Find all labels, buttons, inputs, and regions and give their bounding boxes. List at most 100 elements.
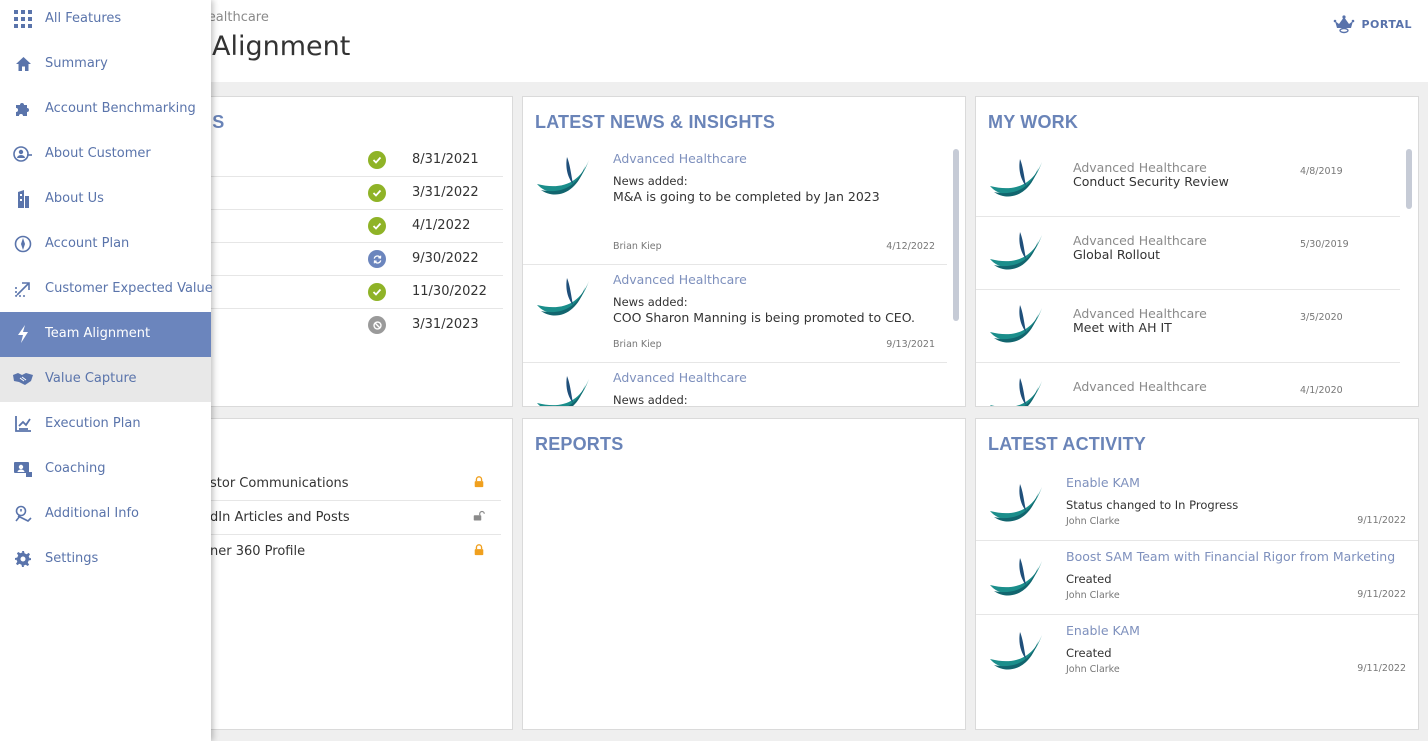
sidebar-item-settings[interactable]: Settings — [0, 537, 211, 582]
sidebar-item-team-alignment[interactable]: Team Alignment — [0, 312, 211, 357]
page-header: Healthcare Alignment PORTAL — [0, 0, 1428, 82]
sidebar-item-execution-plan[interactable]: Execution Plan — [0, 402, 211, 447]
news-item[interactable]: Advanced Healthcare News added: M&A is g… — [523, 144, 947, 265]
meeting-row[interactable]: 9/30/2022 — [171, 243, 503, 276]
sidebar-item-label: Team Alignment — [45, 326, 151, 341]
meeting-row[interactable]: 2 3/31/2022 — [171, 177, 503, 210]
sidebar-item-about-us[interactable]: About Us — [0, 177, 211, 222]
sidebar-item-label: About Customer — [45, 146, 151, 161]
puzzle-icon — [13, 99, 33, 119]
crown-icon — [1334, 15, 1355, 34]
portal-label: PORTAL — [1361, 17, 1412, 31]
sidebar-item-account-benchmarking[interactable]: Account Benchmarking — [0, 87, 211, 132]
sidebar-item-value-capture[interactable]: Value Capture — [0, 357, 211, 402]
resource-row[interactable]: dIn Articles and Posts — [171, 501, 501, 535]
work-title: Conduct Security Review — [1073, 174, 1229, 189]
activity-title-link[interactable]: Boost SAM Team with Financial Rigor from… — [1066, 549, 1395, 564]
work-item[interactable]: Advanced Healthcare Meet with AH IT 3/5/… — [976, 290, 1400, 363]
resource-row[interactable]: ner 360 Profile — [171, 535, 501, 569]
activity-status: Created — [1066, 646, 1112, 660]
activity-item[interactable]: Boost SAM Team with Financial Rigor from… — [976, 541, 1418, 615]
activity-title-link[interactable]: Enable KAM — [1066, 475, 1140, 490]
refresh-icon — [368, 250, 386, 268]
news-list: Advanced Healthcare News added: M&A is g… — [523, 144, 953, 407]
company-logo-icon — [537, 376, 589, 406]
company-logo-icon — [990, 159, 1042, 197]
activity-author: John Clarke — [1066, 590, 1120, 601]
news-company[interactable]: Advanced Healthcare — [613, 370, 747, 385]
meeting-row[interactable]: . 8/31/2021 — [171, 144, 503, 177]
resources-card: stor Communications dIn Articles and Pos… — [170, 418, 513, 730]
news-company[interactable]: Advanced Healthcare — [613, 151, 747, 166]
sidebar-item-label: Settings — [45, 551, 99, 566]
work-company: Advanced Healthcare — [1073, 306, 1207, 321]
lightning-icon — [13, 324, 33, 344]
resource-label: ner 360 Profile — [210, 544, 306, 559]
work-company: Advanced Healthcare — [1073, 233, 1207, 248]
activity-card: LATEST ACTIVITY Enable KAM Status change… — [975, 418, 1419, 730]
sidebar-item-label: Account Benchmarking — [45, 101, 196, 116]
company-logo-icon — [537, 157, 589, 195]
work-date: 4/1/2020 — [1300, 385, 1343, 396]
company-logo-icon — [990, 232, 1042, 270]
company-logo-icon — [990, 632, 1042, 670]
news-author: Brian Kiep — [613, 339, 662, 350]
sidebar-item-customer-expected-value[interactable]: Customer Expected Value — [0, 267, 213, 312]
news-text: COO Sharon Manning is being promoted to … — [613, 310, 916, 325]
sidebar-item-all-features[interactable]: All Features — [0, 0, 211, 42]
news-company[interactable]: Advanced Healthcare — [613, 272, 747, 287]
activity-date: 9/11/2022 — [1357, 663, 1406, 674]
work-title: Global Rollout — [1073, 247, 1161, 262]
news-text: M&A is going to be completed by Jan 2023 — [613, 189, 880, 204]
sidebar-item-label: Customer Expected Value — [45, 281, 213, 296]
news-date: 4/12/2022 — [886, 241, 935, 252]
news-scrollbar[interactable] — [953, 149, 959, 321]
sidebar-item-additional-info[interactable]: Additional Info — [0, 492, 211, 537]
meeting-row[interactable]: 11/30/2022 — [171, 276, 503, 309]
meeting-date: 3/31/2022 — [412, 185, 479, 200]
sidebar-item-account-plan[interactable]: Account Plan — [0, 222, 211, 267]
unlock-icon — [473, 510, 485, 521]
activity-item[interactable]: Enable KAM Status changed to In Progress… — [976, 467, 1418, 541]
meeting-date: 4/1/2022 — [412, 218, 471, 233]
sidebar-item-label: Additional Info — [45, 506, 139, 521]
meeting-date: 11/30/2022 — [412, 284, 487, 299]
customer-icon — [13, 144, 33, 164]
work-item[interactable]: Advanced Healthcare 4/1/2020 — [976, 363, 1400, 406]
work-item[interactable]: Advanced Healthcare Conduct Security Rev… — [976, 144, 1400, 217]
work-company: Advanced Healthcare — [1073, 379, 1207, 394]
company-logo-icon — [537, 278, 589, 316]
sidebar-item-about-customer[interactable]: About Customer — [0, 132, 211, 177]
activity-title: LATEST ACTIVITY — [988, 434, 1146, 454]
resource-label: dIn Articles and Posts — [210, 510, 350, 525]
sidebar-item-coaching[interactable]: Coaching — [0, 447, 211, 492]
activity-item[interactable]: Enable KAM Created John Clarke 9/11/2022 — [976, 615, 1418, 689]
lock-icon — [474, 476, 484, 488]
building-icon — [13, 189, 33, 209]
my-work-scrollbar[interactable] — [1406, 149, 1412, 209]
grid-icon — [13, 9, 33, 29]
meeting-row[interactable]: 3/31/2023 — [171, 309, 503, 342]
sidebar-item-summary[interactable]: Summary — [0, 42, 211, 87]
page-title: Alignment — [212, 31, 351, 62]
activity-list: Enable KAM Status changed to In Progress… — [976, 467, 1418, 697]
company-logo-icon — [990, 558, 1042, 596]
portal-button[interactable]: PORTAL — [1333, 14, 1412, 34]
news-item[interactable]: Advanced Healthcare News added: COO Shar… — [523, 265, 947, 363]
meeting-row[interactable]: 4/1/2022 — [171, 210, 503, 243]
work-item[interactable]: Advanced Healthcare Global Rollout 5/30/… — [976, 217, 1400, 290]
sidebar-item-label: Summary — [45, 56, 108, 71]
reports-title: REPORTS — [535, 434, 624, 454]
coaching-icon — [13, 459, 33, 479]
activity-date: 9/11/2022 — [1357, 589, 1406, 600]
resource-row[interactable]: stor Communications — [171, 467, 501, 501]
activity-status: Created — [1066, 572, 1112, 586]
activity-date: 9/11/2022 — [1357, 515, 1406, 526]
check-icon — [368, 217, 386, 235]
news-item[interactable]: Advanced Healthcare News added: — [523, 363, 947, 407]
sidebar-menu: All Features Summary Account Benchmarkin… — [0, 0, 213, 741]
news-type: News added: — [613, 393, 688, 407]
work-title: Meet with AH IT — [1073, 320, 1172, 335]
work-date: 4/8/2019 — [1300, 166, 1343, 177]
activity-title-link[interactable]: Enable KAM — [1066, 623, 1140, 638]
